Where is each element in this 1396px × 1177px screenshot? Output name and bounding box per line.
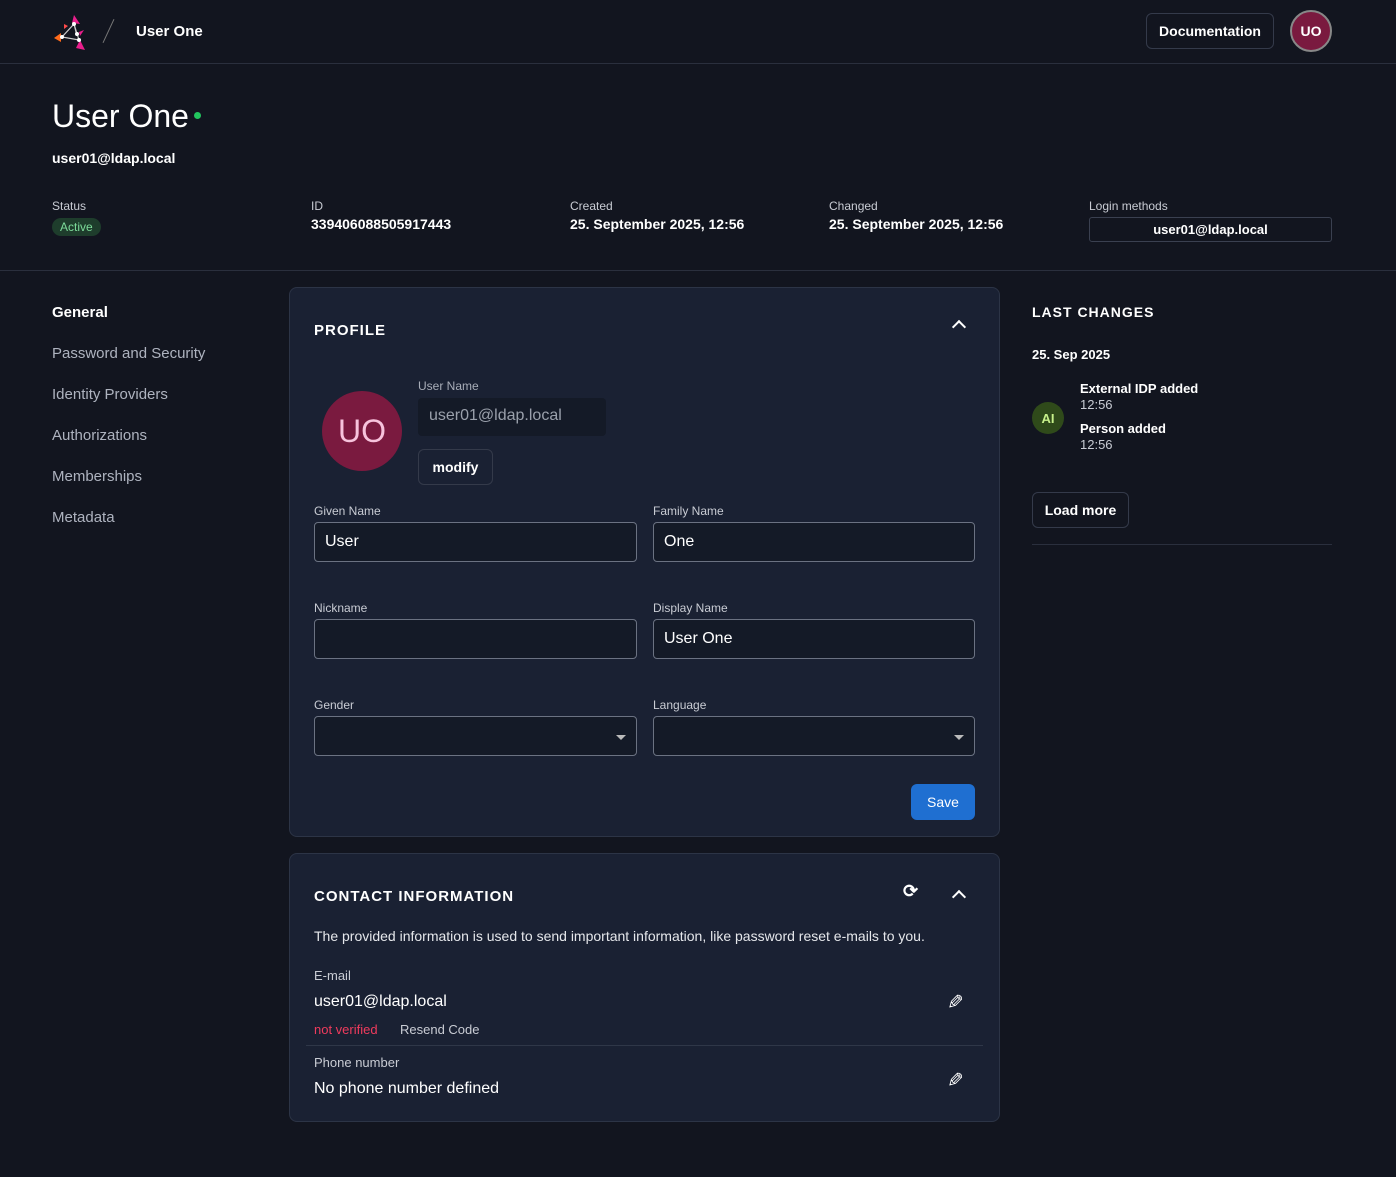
gender-select[interactable] [314,716,637,756]
nickname-input[interactable] [314,619,637,659]
logo-icon[interactable] [52,12,92,52]
dropdown-caret-icon [616,735,626,740]
online-indicator [194,112,201,119]
load-more-button[interactable]: Load more [1032,492,1129,528]
email-value: user01@ldap.local [314,993,447,1010]
login-method: user01@ldap.local [1089,217,1332,242]
contact-title: CONTACT INFORMATION [314,888,515,905]
page-title: User One [52,98,189,134]
contact-card: CONTACT INFORMATION ⟳ The provided infor… [289,853,1000,1122]
nav-password-security[interactable]: Password and Security [52,345,205,362]
profile-avatar[interactable]: UO [322,391,402,471]
profile-title: PROFILE [314,322,387,339]
username-label: User Name [418,379,479,393]
phone-label: Phone number [314,1055,400,1070]
collapse-icon[interactable] [951,889,967,905]
nav-memberships[interactable]: Memberships [52,468,142,485]
edit-email-icon[interactable]: ✎ [947,990,964,1015]
family-name-input[interactable]: One [653,522,975,562]
changes-date: 25. Sep 2025 [1032,347,1111,362]
divider [0,270,1396,271]
contact-description: The provided information is used to send… [314,928,925,944]
email-label: E-mail [314,968,351,983]
top-bar: User One Documentation UO [0,0,1396,64]
given-name-label: Given Name [314,504,381,518]
nickname-label: Nickname [314,601,368,615]
language-label: Language [653,698,707,712]
username-field: user01@ldap.local [418,398,606,436]
nav-metadata[interactable]: Metadata [52,509,115,526]
change-avatar: AI [1032,402,1064,434]
nav-general[interactable]: General [52,304,108,321]
gender-label: Gender [314,698,355,712]
profile-card: PROFILE UO User Name user01@ldap.local m… [289,287,1000,837]
user-email: user01@ldap.local [52,150,176,166]
display-name-input[interactable]: User One [653,619,975,659]
modify-button[interactable]: modify [418,449,493,485]
language-select[interactable] [653,716,975,756]
change-label: External IDP added [1080,381,1199,396]
status-badge: Active [52,218,101,236]
refresh-icon[interactable]: ⟳ [903,881,918,902]
divider [1032,544,1332,545]
last-changes-title: LAST CHANGES [1032,304,1155,320]
login-methods-label: Login methods [1089,199,1168,213]
change-time: 12:56 [1080,397,1113,412]
resend-code-link[interactable]: Resend Code [400,1022,480,1037]
nav-authorizations[interactable]: Authorizations [52,427,147,444]
collapse-icon[interactable] [951,319,967,335]
changed-label: Changed [829,199,878,213]
given-name-input[interactable]: User [314,522,637,562]
not-verified-label: not verified [314,1022,378,1037]
divider [306,1045,983,1046]
dropdown-caret-icon [954,735,964,740]
display-name-label: Display Name [653,601,728,615]
created-label: Created [570,199,613,213]
edit-phone-icon[interactable]: ✎ [947,1068,964,1093]
nav-identity-providers[interactable]: Identity Providers [52,386,168,403]
id-value: 339406088505917443 [311,216,452,232]
user-avatar[interactable]: UO [1290,10,1332,52]
change-label: Person added [1080,421,1166,436]
breadcrumb[interactable]: User One [136,23,203,40]
status-label: Status [52,199,87,213]
breadcrumb-divider [102,19,115,43]
id-label: ID [311,199,323,213]
created-value: 25. September 2025, 12:56 [570,216,745,232]
family-name-label: Family Name [653,504,724,518]
change-time: 12:56 [1080,437,1113,452]
save-button[interactable]: Save [911,784,975,820]
phone-value: No phone number defined [314,1080,500,1097]
changed-value: 25. September 2025, 12:56 [829,216,1004,232]
documentation-button[interactable]: Documentation [1146,13,1274,49]
